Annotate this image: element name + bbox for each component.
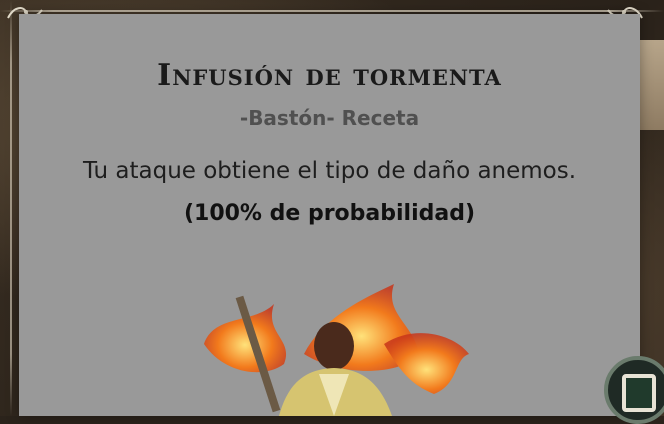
top-frame-border [0,10,664,12]
ability-chance: (100% de probabilidad) [183,201,476,226]
ability-title: Infusión de tormenta [157,58,502,93]
ability-tooltip-card: Infusión de tormenta -Bastón- Receta Tu … [19,14,640,416]
character-portrait [204,284,469,416]
flame-right [384,333,469,394]
ability-subtitle: -Bastón- Receta [239,106,420,130]
ability-description: Tu ataque obtiene el tipo de daño anemos… [82,158,577,184]
character-head [314,322,354,370]
deck-card-icon[interactable] [604,356,664,424]
left-frame-border [10,0,12,416]
